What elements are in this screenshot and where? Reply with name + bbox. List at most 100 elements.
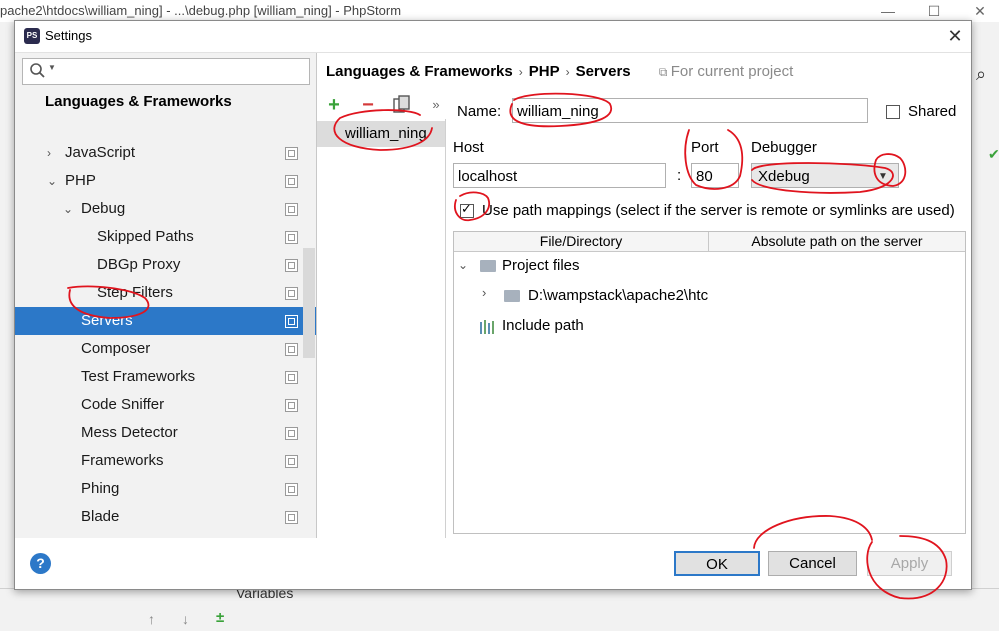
tree-item[interactable]: DBGp Proxy xyxy=(15,251,316,279)
window-close-icon[interactable]: ✕ xyxy=(957,0,999,22)
servers-list: william_ning xyxy=(317,119,446,538)
debugger-value: Xdebug xyxy=(758,168,810,185)
host-field[interactable]: localhost xyxy=(453,163,666,188)
chevron-down-icon: ▼ xyxy=(878,171,888,182)
name-label: Name: xyxy=(457,103,502,120)
project-scope-icon xyxy=(285,287,298,300)
column-header-file[interactable]: File/Directory xyxy=(454,232,709,252)
tree-item[interactable]: Mess Detector xyxy=(15,419,316,447)
apply-button[interactable]: Apply xyxy=(867,551,952,576)
project-scope-icon xyxy=(285,259,298,272)
tree-item[interactable]: Blade xyxy=(15,503,316,531)
search-dropdown-icon[interactable]: ▼ xyxy=(48,63,56,72)
tree-item-label: Blade xyxy=(81,508,120,525)
dialog-title: Settings xyxy=(45,28,92,43)
chevron-down-icon[interactable]: ⌄ xyxy=(458,258,468,272)
project-scope-icon xyxy=(285,455,298,468)
tree-item[interactable]: Code Sniffer xyxy=(15,391,316,419)
tree-item-label: Step Filters xyxy=(97,284,173,301)
phpstorm-icon: PS xyxy=(24,28,40,44)
project-scope-icon xyxy=(285,175,298,188)
tree-item[interactable]: ⌄ PHP xyxy=(15,167,316,195)
tree-item[interactable]: Frameworks xyxy=(15,447,316,475)
search-icon[interactable]: ⌕ xyxy=(976,64,986,85)
add-server-icon[interactable]: + xyxy=(323,93,345,117)
folder-icon xyxy=(480,260,496,272)
search-input[interactable]: ▼ xyxy=(22,58,310,85)
project-scope-icon xyxy=(285,399,298,412)
local-path-row[interactable]: D:\wampstack\apache2\htc xyxy=(528,287,710,304)
tree-item-label: Servers xyxy=(81,312,133,329)
maximize-icon[interactable]: ☐ xyxy=(911,0,957,22)
add-watch-icon[interactable]: ± xyxy=(216,609,224,626)
tree-item[interactable]: Servers xyxy=(15,307,316,335)
breadcrumb-sep: › xyxy=(518,65,523,79)
ide-left-strip xyxy=(0,22,14,630)
use-path-mappings-checkbox[interactable]: ✓ xyxy=(460,201,474,218)
tree-item[interactable]: Composer xyxy=(15,335,316,363)
include-path-row[interactable]: Include path xyxy=(502,317,584,334)
cancel-button[interactable]: Cancel xyxy=(768,551,857,576)
use-path-mappings-label: Use path mappings (select if the server … xyxy=(482,202,955,219)
port-field[interactable]: 80 xyxy=(691,163,739,188)
tree-item[interactable]: Test Frameworks xyxy=(15,363,316,391)
name-field[interactable]: william_ning xyxy=(512,98,868,123)
tree-scrollbar[interactable] xyxy=(303,248,315,358)
chevron-right-icon[interactable]: › xyxy=(482,285,486,300)
debugger-label: Debugger xyxy=(751,139,817,156)
tree-item[interactable]: Google App Engine for PHP xyxy=(15,531,316,538)
checkmark-icon: ✓ xyxy=(461,201,472,216)
tree-header: Languages & Frameworks xyxy=(45,93,232,110)
close-icon[interactable]: ✕ xyxy=(943,24,967,48)
dialog-title-bar: PS Settings ✕ xyxy=(15,21,971,53)
breadcrumb: Languages & Frameworks › PHP › Servers ⧉ For… xyxy=(326,63,793,80)
ide-window-title: pache2\htdocs\william_ning] - ...\debug.… xyxy=(0,3,402,18)
remove-server-icon[interactable]: − xyxy=(357,93,379,117)
tree-item[interactable]: › JavaScript xyxy=(15,139,316,167)
project-scope-icon xyxy=(285,315,298,328)
minimize-icon[interactable]: — xyxy=(865,0,911,22)
ok-button[interactable]: OK xyxy=(674,551,760,576)
chevron-down-icon[interactable]: ⌄ xyxy=(63,195,75,223)
server-item[interactable]: william_ning xyxy=(317,121,445,147)
breadcrumb-languages[interactable]: Languages & Frameworks xyxy=(326,63,513,80)
project-scope-icon xyxy=(285,231,298,244)
project-scope-icon xyxy=(285,371,298,384)
tree-item-label: Test Frameworks xyxy=(81,368,196,385)
project-scope-label: For current project xyxy=(670,63,794,80)
arrow-up-icon[interactable]: ↑ xyxy=(148,611,155,627)
tree-item[interactable]: ⌄ Debug xyxy=(15,195,316,223)
ide-bottom-panel: Variables ↑ ↓ ± xyxy=(0,585,999,631)
tree-item-label: JavaScript xyxy=(65,144,136,161)
project-icon: ⧉ xyxy=(658,65,671,79)
breadcrumb-sep: › xyxy=(565,65,570,79)
shared-checkbox[interactable] xyxy=(886,105,900,119)
shared-label: Shared xyxy=(908,103,957,120)
project-scope-icon xyxy=(285,203,298,216)
tree-item[interactable]: Phing xyxy=(15,475,316,503)
project-files-row[interactable]: Project files xyxy=(502,257,580,274)
arrow-down-icon[interactable]: ↓ xyxy=(182,611,189,627)
project-scope-note: ⧉ For current project xyxy=(659,63,793,80)
settings-dialog: PS Settings ✕ ▼ Languages & Frameworks ›… xyxy=(14,20,972,590)
tree-item-label: Skipped Paths xyxy=(97,228,194,245)
path-mappings-table: File/Directory Absolute path on the serv… xyxy=(453,231,966,534)
chevron-down-icon[interactable]: ⌄ xyxy=(47,167,59,195)
tree-item[interactable]: Step Filters xyxy=(15,279,316,307)
more-icon[interactable]: » xyxy=(425,93,447,117)
debugger-select[interactable]: Xdebug ▼ xyxy=(751,163,899,188)
project-scope-icon xyxy=(285,511,298,524)
chevron-right-icon[interactable]: › xyxy=(47,139,59,167)
copy-server-icon[interactable] xyxy=(391,93,413,117)
project-scope-icon xyxy=(285,427,298,440)
folder-icon xyxy=(504,290,520,302)
breadcrumb-servers: Servers xyxy=(575,63,631,80)
servers-toolbar: + − » xyxy=(323,93,447,119)
help-button[interactable]: ? xyxy=(30,553,51,574)
tree-item[interactable]: Skipped Paths xyxy=(15,223,316,251)
project-scope-icon xyxy=(285,483,298,496)
column-header-server-path[interactable]: Absolute path on the server xyxy=(709,232,965,252)
breadcrumb-php[interactable]: PHP xyxy=(529,63,560,80)
search-icon xyxy=(30,63,45,78)
include-path-icon xyxy=(480,320,498,338)
